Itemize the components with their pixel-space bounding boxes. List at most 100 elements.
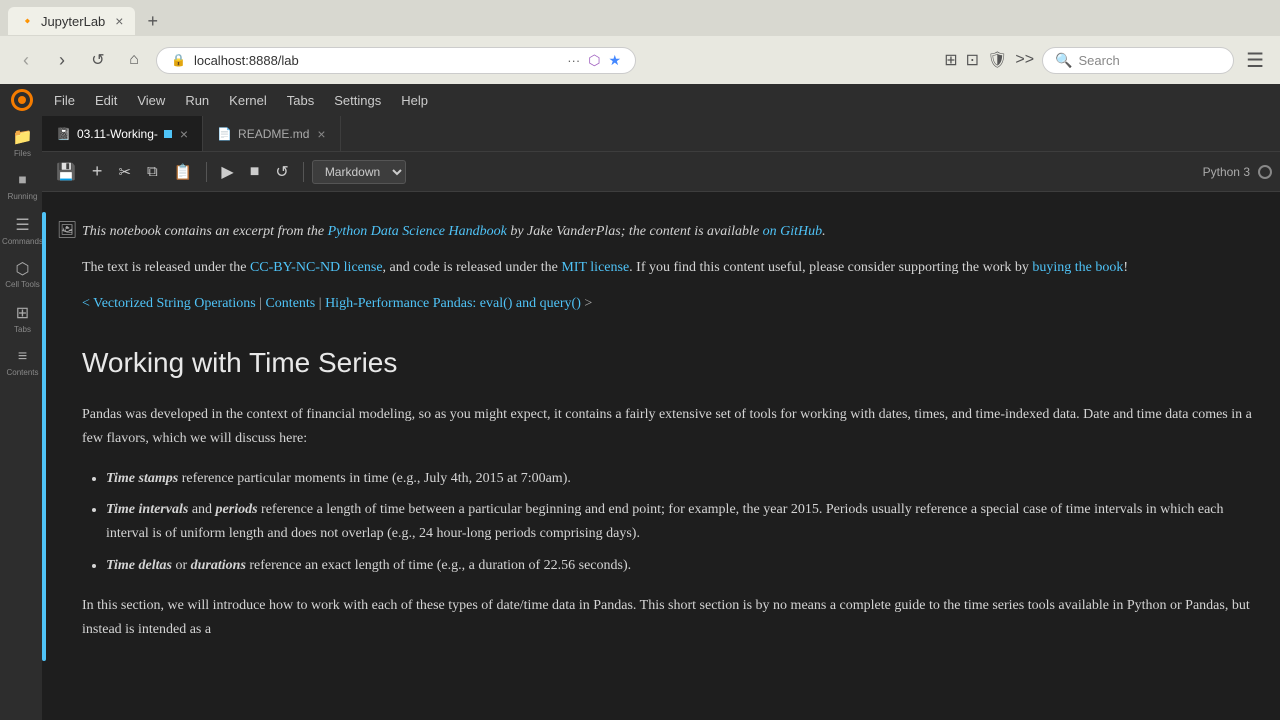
overflow-icon[interactable]: >> — [1015, 51, 1034, 69]
add-cell-button[interactable]: + — [86, 157, 109, 186]
back-button[interactable]: ‹ — [12, 46, 40, 74]
or-text: or — [172, 558, 191, 573]
browser-tab-active[interactable]: 🔸 JupyterLab × — [8, 7, 135, 35]
term-durations: durations — [191, 558, 246, 573]
excerpt-text: This notebook contains an excerpt from t… — [82, 224, 328, 239]
reload-button[interactable]: ↺ — [84, 46, 112, 74]
search-box[interactable]: 🔍 Search — [1042, 47, 1234, 74]
menu-item-tabs[interactable]: Tabs — [277, 89, 324, 112]
buying-link[interactable]: buying the book — [1032, 260, 1123, 275]
license-link-2[interactable]: MIT license — [561, 260, 629, 275]
celltools-label: Cell Tools — [5, 281, 40, 290]
section-heading: Working with Time Series — [82, 339, 1260, 387]
jupyter-logo — [8, 86, 36, 114]
bullet-list: Time stamps reference particular moments… — [106, 467, 1260, 578]
sidebar-files-btn[interactable]: 📁 Files — [0, 120, 42, 164]
kernel-name: Python 3 — [1203, 165, 1250, 179]
file-tabs-bar: 📓 03.11-Working- × 📄 README.md × — [42, 116, 1280, 152]
cell-1: 🖼 This notebook contains an excerpt from… — [42, 212, 1280, 661]
files-label: Files — [14, 149, 31, 158]
readme-tab-close[interactable]: × — [317, 126, 325, 142]
shield-icon[interactable]: 🛡 — [987, 50, 1007, 70]
list-item-2: Time intervals and periods reference a l… — [106, 498, 1260, 546]
tabs-icon: ⊞ — [16, 303, 29, 323]
sidebar-celltools-btn[interactable]: ⬡ Cell Tools — [0, 252, 42, 296]
contents-label: Contents — [6, 368, 38, 377]
active-cell-indicator — [42, 212, 46, 661]
menu-item-edit[interactable]: Edit — [85, 89, 127, 112]
toolbar-sep-1 — [206, 162, 207, 182]
sidebar-contents-btn[interactable]: ≡ Contents — [0, 340, 42, 384]
menu-item-run[interactable]: Run — [175, 89, 219, 112]
term-intervals: Time intervals — [106, 502, 188, 517]
run-button[interactable]: ▶ — [215, 158, 239, 186]
forward-button[interactable]: › — [48, 46, 76, 74]
menu-bar: File Edit View Run Kernel Tabs Settings … — [0, 84, 1280, 116]
buying-suffix: ! — [1123, 260, 1128, 275]
celltools-icon: ⬡ — [16, 259, 30, 279]
address-text: localhost:8888/lab — [194, 53, 559, 68]
nav-prev-link[interactable]: < Vectorized String Operations — [82, 296, 256, 311]
last-para: In this section, we will introduce how t… — [82, 594, 1260, 642]
copy-button[interactable]: ⧉ — [141, 159, 164, 184]
sidebar-commands-btn[interactable]: ☰ Commands — [0, 208, 42, 252]
list-item-1: Time stamps reference particular moments… — [106, 467, 1260, 491]
nav-next-link[interactable]: High-Performance Pandas: eval() and quer… — [325, 296, 581, 311]
paste-button[interactable]: 📋 — [168, 159, 199, 185]
author-text: by Jake VanderPlas; the content is avail… — [507, 224, 763, 239]
term-intervals-text: reference a length of time between a par… — [106, 502, 1224, 541]
sidebar-running-btn[interactable]: ⏹ Running — [0, 164, 42, 208]
menu-item-kernel[interactable]: Kernel — [219, 89, 277, 112]
cell-type-select[interactable]: Markdown Code Raw — [312, 160, 406, 184]
github-link[interactable]: on GitHub — [763, 224, 823, 239]
notebook-area: 📓 03.11-Working- × 📄 README.md × 💾 + ✂ ⧉ — [42, 116, 1280, 720]
commands-icon: ☰ — [15, 215, 29, 235]
pocket-icon[interactable]: ⬡ — [588, 52, 600, 69]
book-link[interactable]: Python Data Science Handbook — [328, 224, 507, 239]
browser-chrome: 🔸 JupyterLab × + ‹ › ↺ ⌂ 🔒 localhost:888… — [0, 0, 1280, 84]
extensions-icon[interactable]: ⊞ — [944, 50, 957, 70]
sidebar-toggle-icon[interactable]: ⊡ — [966, 50, 979, 70]
browser-toolbar: ‹ › ↺ ⌂ 🔒 localhost:8888/lab ··· ⬡ ★ ⊞ ⊡… — [0, 36, 1280, 84]
menu-item-view[interactable]: View — [127, 89, 175, 112]
notebook-tab-close[interactable]: × — [180, 126, 188, 142]
menu-item-settings[interactable]: Settings — [324, 89, 391, 112]
cell-icon-col: 🖼 — [52, 212, 82, 661]
tab-favicon: 🔸 — [20, 14, 35, 28]
home-button[interactable]: ⌂ — [120, 46, 148, 74]
github-suffix: . — [822, 224, 826, 239]
notebook-content[interactable]: 🖼 This notebook contains an excerpt from… — [42, 192, 1280, 720]
notebook-tab-icon: 📓 — [56, 127, 71, 141]
notebook-tab[interactable]: 📓 03.11-Working- × — [42, 116, 203, 151]
sidebar-icon-strip: 📁 Files ⏹ Running ☰ Commands ⬡ Cell Tool… — [0, 116, 42, 720]
kernel-indicator: Python 3 — [1203, 165, 1272, 179]
list-item-3: Time deltas or durations reference an ex… — [106, 554, 1260, 578]
term-timestamps-text: reference particular moments in time (e.… — [178, 471, 571, 486]
save-button[interactable]: 💾 — [50, 158, 82, 186]
new-tab-button[interactable]: + — [139, 9, 166, 34]
kernel-circle — [1258, 165, 1272, 179]
tab-title: JupyterLab — [41, 14, 105, 29]
jupyterlab: File Edit View Run Kernel Tabs Settings … — [0, 84, 1280, 720]
menu-item-help[interactable]: Help — [391, 89, 438, 112]
menu-item-file[interactable]: File — [44, 89, 85, 112]
license-text-2: , and code is released under the — [383, 260, 562, 275]
restart-button[interactable]: ↺ — [269, 158, 294, 186]
bookmark-icon[interactable]: ★ — [608, 52, 621, 69]
menu-button[interactable]: ☰ — [1242, 46, 1268, 75]
tab-close-icon[interactable]: × — [115, 13, 123, 29]
cut-button[interactable]: ✂ — [112, 159, 137, 185]
files-icon: 📁 — [13, 127, 33, 147]
stop-button[interactable]: ■ — [244, 159, 266, 185]
notebook-toolbar: 💾 + ✂ ⧉ 📋 ▶ ■ ↺ Markdown Code Raw Python… — [42, 152, 1280, 192]
and-text: and — [188, 502, 215, 517]
more-icon[interactable]: ··· — [567, 53, 580, 68]
secure-icon: 🔒 — [171, 53, 186, 67]
readme-tab[interactable]: 📄 README.md × — [203, 116, 340, 151]
sidebar-tabs-btn[interactable]: ⊞ Tabs — [0, 296, 42, 340]
nav-contents-link[interactable]: Contents — [265, 296, 315, 311]
running-label: Running — [8, 192, 38, 201]
license-link-1[interactable]: CC-BY-NC-ND license — [250, 260, 383, 275]
contents-icon: ≡ — [18, 348, 27, 366]
address-bar[interactable]: 🔒 localhost:8888/lab ··· ⬡ ★ — [156, 47, 636, 74]
